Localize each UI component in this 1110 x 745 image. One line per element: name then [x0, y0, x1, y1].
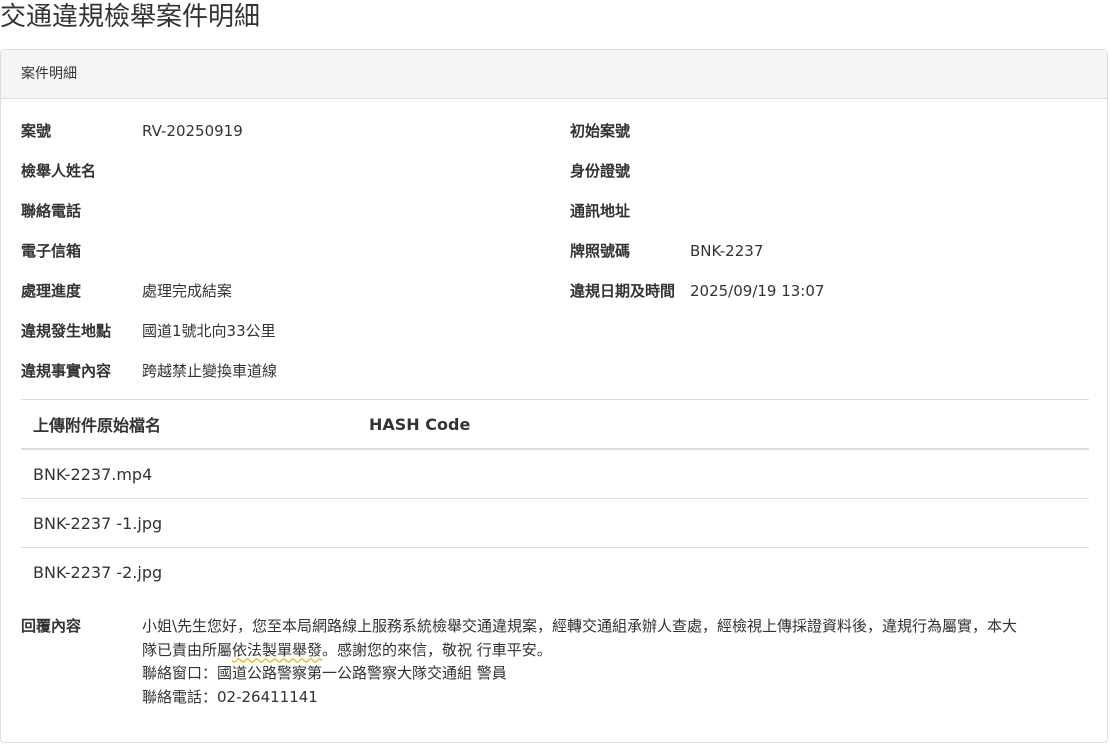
case-detail-panel: 案件明細 案號 RV-20250919 初始案號 檢舉人姓名 身份證號 聯絡電話…: [0, 49, 1108, 743]
progress-value: 處理完成結案: [142, 282, 233, 300]
address-label: 通訊地址: [570, 202, 631, 220]
attachment-hash: [369, 449, 1089, 499]
page-title: 交通違規檢舉案件明細: [0, 2, 261, 32]
spellcheck-highlight: 依法製單舉發: [232, 640, 323, 659]
reply-line-2-start: 隊已責由所屬: [142, 640, 233, 659]
attachment-filename: BNK-2237 -2.jpg: [33, 562, 163, 582]
table-row: BNK-2237 -1.jpg: [21, 498, 1089, 548]
reporter-name-label: 檢舉人姓名: [21, 162, 97, 180]
table-row: BNK-2237.mp4: [21, 449, 1089, 499]
plate-no-value: BNK-2237: [690, 242, 764, 260]
attachment-hash: [369, 548, 1089, 597]
filename-header: 上傳附件原始檔名: [21, 399, 369, 450]
phone-label: 聯絡電話: [21, 202, 82, 220]
violation-content-label: 違規事實內容: [21, 362, 112, 380]
original-case-no-label: 初始案號: [570, 122, 631, 140]
case-no-label: 案號: [21, 122, 52, 140]
location-label: 違規發生地點: [21, 322, 112, 340]
reply-contact-phone: 聯絡電話：02-26411141: [142, 687, 318, 706]
progress-label: 處理進度: [21, 282, 82, 300]
panel-heading: 案件明細: [1, 50, 1107, 99]
attachment-hash: [369, 498, 1089, 548]
reply-content: 小姐\先生您好，您至本局網路線上服務系統檢舉交通違規案，經轉交通組承辦人查處，經…: [142, 615, 1082, 709]
attachments-header-row: 上傳附件原始檔名 HASH Code: [21, 399, 1089, 450]
violation-datetime-value: 2025/09/19 13:07: [690, 282, 825, 300]
table-row: BNK-2237 -2.jpg: [21, 548, 1089, 597]
attachments-table: 上傳附件原始檔名 HASH Code BNK-2237.mp4 BNK-2237…: [21, 399, 1089, 596]
reply-contact: 聯絡窗口：國道公路警察第一公路警察大隊交通組 警員: [142, 664, 507, 682]
email-label: 電子信箱: [21, 242, 82, 260]
violation-content-value: 跨越禁止變換車道線: [142, 362, 278, 380]
reply-label: 回覆內容: [21, 617, 82, 635]
attachment-filename: BNK-2237 -1.jpg: [21, 498, 369, 548]
plate-no-label: 牌照號碼: [570, 242, 631, 260]
id-number-label: 身份證號: [570, 162, 631, 180]
hash-header: HASH Code: [369, 399, 1089, 450]
reply-line-2-end: 。感謝您的來信，敬祝 行車平安。: [322, 640, 552, 659]
case-no-value: RV-20250919: [142, 122, 243, 140]
violation-datetime-label: 違規日期及時間: [570, 282, 676, 300]
attachment-filename: BNK-2237.mp4: [21, 449, 369, 499]
reply-line-2: 隊已責由所屬依法製單舉發。感謝您的來信，敬祝 行車平安。: [142, 639, 1082, 663]
location-value: 國道1號北向33公里: [142, 322, 276, 340]
reply-line-1: 小姐\先生您好，您至本局網路線上服務系統檢舉交通違規案，經轉交通組承辦人查處，經…: [142, 617, 1018, 635]
